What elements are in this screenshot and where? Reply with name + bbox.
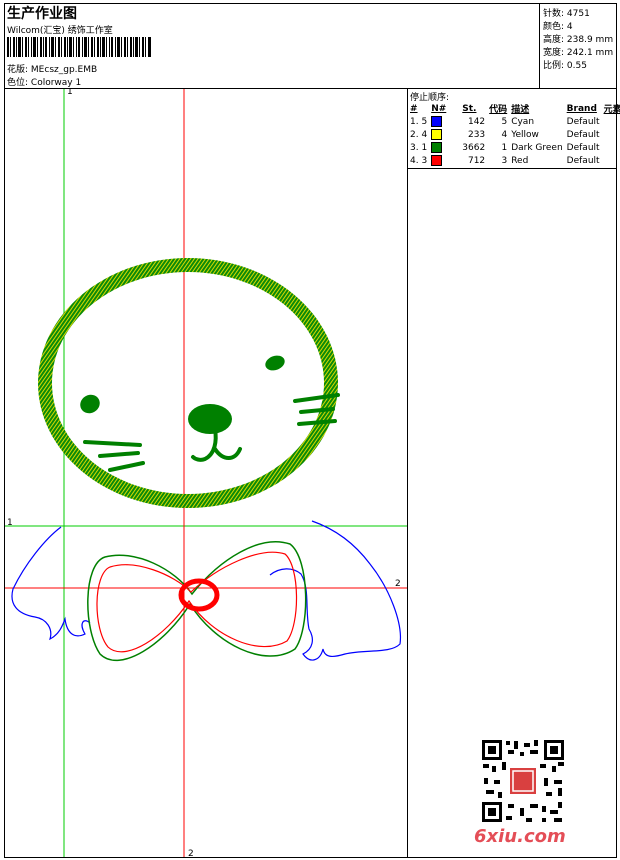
stat-scale: 比例: 0.55 bbox=[543, 61, 587, 71]
table-row: 4. 3 712 3 Red Default bbox=[410, 155, 600, 166]
stat-stitches: 针数: 4751 bbox=[543, 9, 590, 19]
color-swatch bbox=[431, 142, 443, 153]
color-swatch bbox=[431, 155, 443, 166]
col-code: 代码 bbox=[489, 105, 508, 115]
stats-box: 针数: 4751 颜色: 4 高度: 238.9 mm 宽度: 242.1 mm… bbox=[539, 3, 617, 88]
qr-code bbox=[480, 738, 566, 824]
side-divider bbox=[407, 88, 408, 858]
mouth bbox=[191, 427, 242, 462]
brand-watermark: 6xiu.com bbox=[474, 826, 566, 847]
right-eye bbox=[265, 355, 285, 371]
bow-outer-outline bbox=[87, 541, 307, 661]
pattern-line: 花版: MEcsz_gp.EMB bbox=[7, 62, 97, 75]
pattern-value: MEcsz_gp.EMB bbox=[30, 65, 98, 75]
col-brand: Brand bbox=[566, 103, 597, 114]
bow-inner-outline bbox=[96, 551, 298, 653]
stat-height: 高度: 238.9 mm bbox=[543, 35, 614, 45]
axis-label-green-top: 1 bbox=[67, 89, 73, 97]
table-row: 1. 5 142 5 Cyan Default bbox=[410, 116, 600, 127]
nose bbox=[188, 404, 232, 434]
axis-label-green-left: 1 bbox=[7, 518, 13, 528]
left-eye bbox=[80, 394, 100, 414]
company-name: Wilcom(汇宝) 绣饰工作室 bbox=[7, 26, 113, 36]
col-order: # bbox=[410, 103, 418, 114]
colorway-value: Colorway 1 bbox=[30, 78, 82, 88]
seal-logo bbox=[510, 768, 536, 794]
stat-colors: 颜色: 4 bbox=[543, 22, 573, 32]
axis-label-red-bottom: 2 bbox=[188, 849, 194, 857]
col-description: 描述 bbox=[511, 105, 530, 115]
colorway-label: 色位: bbox=[7, 78, 29, 88]
colorway-line: 色位: Colorway 1 bbox=[7, 75, 81, 88]
col-stitches: St. bbox=[462, 103, 477, 114]
face-outline bbox=[38, 258, 338, 508]
table-divider bbox=[407, 168, 617, 169]
stat-width: 宽度: 242.1 mm bbox=[543, 48, 614, 58]
blue-body-outline bbox=[11, 520, 402, 661]
table-row: 2. 4 233 4 Yellow Default bbox=[410, 129, 600, 140]
col-element: 元素 bbox=[603, 105, 620, 115]
embroidery-design: 1 1 2 2 bbox=[5, 89, 407, 857]
col-needle: N# bbox=[431, 103, 447, 114]
color-swatch bbox=[431, 129, 443, 140]
table-row: 3. 1 3662 1 Dark Green Default bbox=[410, 142, 600, 153]
stop-sequence-table: # N# St. 代码 描述 Brand 元素 1. 5 142 5 Cyan … bbox=[408, 102, 620, 167]
color-swatch bbox=[431, 116, 443, 127]
barcode bbox=[7, 37, 151, 57]
page-title: 生产作业图 bbox=[7, 6, 77, 22]
pattern-label: 花版: bbox=[7, 65, 29, 75]
axis-label-red-right: 2 bbox=[395, 579, 401, 589]
